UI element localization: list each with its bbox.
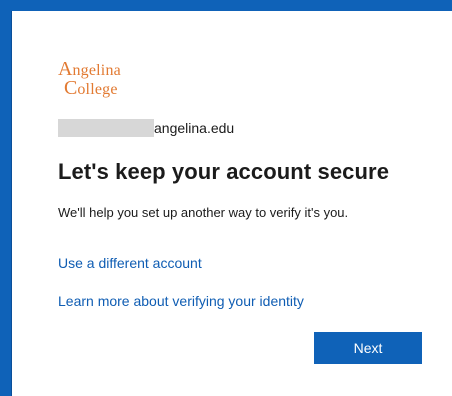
logo-line-2: College <box>64 78 118 98</box>
page-title: Let's keep your account secure <box>58 159 390 184</box>
account-identity: angelina.edu <box>58 118 234 138</box>
logo-text-ollege: ollege <box>77 81 118 98</box>
angelina-college-logo: Angelina College <box>58 59 168 103</box>
page-frame: Angelina College angelina.edu Let's keep… <box>0 0 452 396</box>
sign-in-card: Angelina College angelina.edu Let's keep… <box>11 11 452 396</box>
logo-line-1: Angelina <box>58 59 121 79</box>
logo-text-ngelina: ngelina <box>72 62 121 79</box>
email-domain: angelina.edu <box>154 120 235 136</box>
next-button[interactable]: Next <box>314 332 422 364</box>
logo-initial-c: C <box>64 77 78 99</box>
page-description: We'll help you set up another way to ver… <box>58 205 349 220</box>
learn-more-verify-identity-link[interactable]: Learn more about verifying your identity <box>58 293 304 309</box>
redacted-username <box>58 119 154 137</box>
use-different-account-link[interactable]: Use a different account <box>58 255 202 271</box>
